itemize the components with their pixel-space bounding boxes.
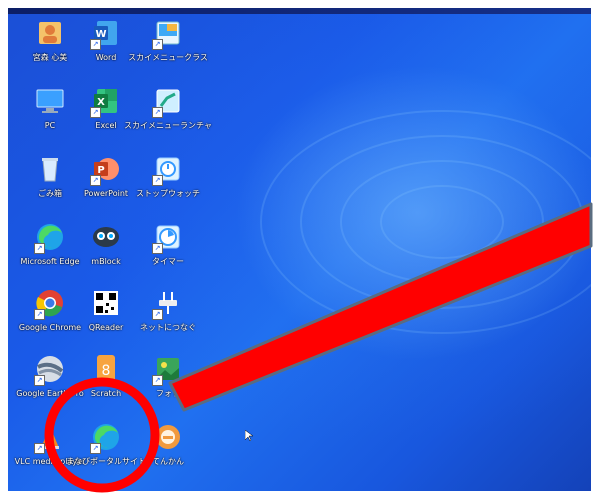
icon-label: mBlock: [91, 257, 121, 266]
network-icon: ↗: [151, 286, 185, 320]
icon-label: Scratch: [90, 389, 122, 398]
desktop-icon-stop-watch[interactable]: ↗ ストップウォッチ: [132, 152, 204, 216]
shortcut-arrow-icon: ↗: [34, 309, 45, 320]
icon-label: PowerPoint: [83, 189, 129, 198]
manabi-portal-icon: ↗: [89, 420, 123, 454]
scratch-icon: 8: [89, 352, 123, 386]
photo-icon: ↗: [151, 352, 185, 386]
desktop-icon-timer[interactable]: ↗ タイマー: [132, 220, 204, 284]
windows-desktop: 宮森 心美 PC ごみ箱 ↗ Microsoft Edge ↗ Google C…: [8, 8, 591, 491]
excel-icon: X ↗: [89, 84, 123, 118]
shortcut-arrow-icon: ↗: [90, 107, 101, 118]
shortcut-arrow-icon: ↗: [90, 39, 101, 50]
shortcut-arrow-icon: ↗: [34, 443, 45, 454]
desktop-icon-photo[interactable]: ↗ フォト: [132, 352, 204, 416]
shortcut-arrow-icon: ↗: [152, 107, 163, 118]
shortcut-arrow-icon: ↗: [152, 309, 163, 320]
edge-icon: ↗: [33, 220, 67, 254]
google-earth-icon: ↗: [33, 352, 67, 386]
word-icon: W ↗: [89, 16, 123, 50]
mblock-icon: [89, 220, 123, 254]
icon-label: Excel: [95, 121, 117, 130]
icon-label: ストップウォッチ: [136, 189, 200, 198]
shortcut-arrow-icon: ↗: [90, 443, 101, 454]
icon-label: 宮森 心美: [32, 53, 68, 62]
skymenu-class-icon: ↗: [151, 16, 185, 50]
icon-label: ごみ箱: [38, 189, 62, 198]
qr-reader-icon: [89, 286, 123, 320]
chrome-icon: ↗: [33, 286, 67, 320]
icon-label: てんかん: [152, 457, 184, 466]
icon-label: スカイメニュークラス: [128, 53, 208, 62]
desktop-icon-skymenu-class[interactable]: ↗ スカイメニュークラス: [128, 16, 208, 80]
pc-icon: [33, 84, 67, 118]
wallpaper-swirl: [379, 184, 504, 259]
svg-text:8: 8: [102, 363, 111, 379]
shortcut-arrow-icon: ↗: [152, 375, 163, 386]
recycle-bin-icon: [33, 152, 67, 186]
photo-frame: 宮森 心美 PC ごみ箱 ↗ Microsoft Edge ↗ Google C…: [0, 0, 595, 494]
icon-label: タイマー: [152, 257, 184, 266]
shortcut-arrow-icon: ↗: [152, 175, 163, 186]
shortcut-arrow-icon: ↗: [152, 243, 163, 254]
shortcut-arrow-icon: ↗: [34, 375, 45, 386]
icon-label: Word: [95, 53, 117, 62]
skymenu-launcher-icon: ↗: [151, 84, 185, 118]
powerpoint-icon: P ↗: [89, 152, 123, 186]
icon-label: PC: [44, 121, 56, 130]
stop-watch-icon: ↗: [151, 152, 185, 186]
icon-label: QReader: [88, 323, 124, 332]
desktop-icon-tenkan[interactable]: てんかん: [132, 420, 204, 484]
shortcut-arrow-icon: ↗: [152, 39, 163, 50]
tenkan-icon: [151, 420, 185, 454]
timer-icon: ↗: [151, 220, 185, 254]
user-folder-icon: [33, 16, 67, 50]
vlc-icon: ↗: [33, 420, 67, 454]
shortcut-arrow-icon: ↗: [90, 175, 101, 186]
mouse-pointer-icon: [245, 430, 253, 442]
shortcut-arrow-icon: ↗: [34, 243, 45, 254]
top-edge: [8, 8, 591, 14]
icon-label: スカイメニューランチャ: [124, 121, 212, 130]
icon-label: ネットにつなぐ: [140, 323, 196, 332]
icon-label: フォト: [156, 389, 180, 398]
desktop-icon-skymenu-launcher[interactable]: ↗ スカイメニューランチャ: [124, 84, 212, 148]
desktop-icon-network[interactable]: ↗ ネットにつなぐ: [132, 286, 204, 350]
